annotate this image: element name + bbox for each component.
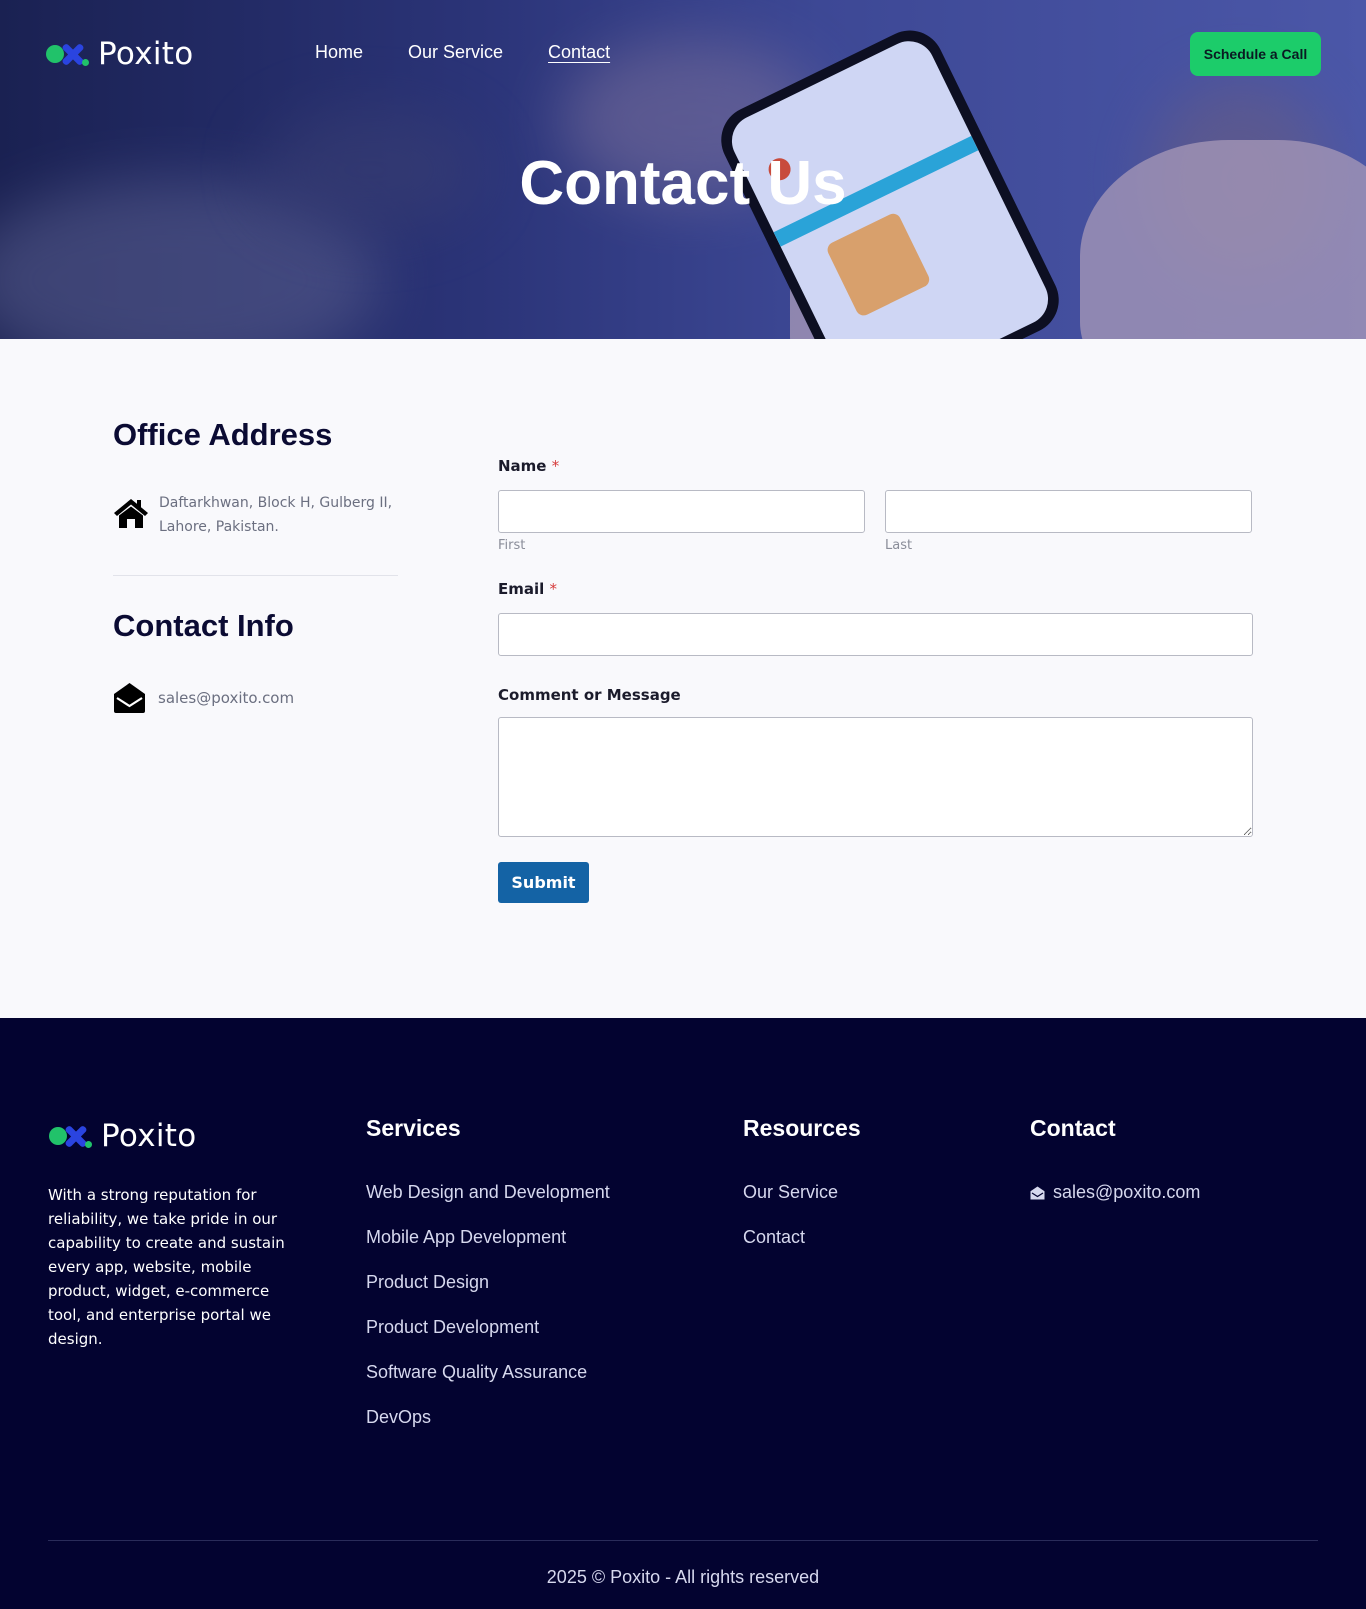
- brand-logo[interactable]: Poxito: [46, 36, 193, 72]
- email-label: Email *: [498, 580, 558, 598]
- top-navigation: Poxito Home Our Service Contact Schedule…: [0, 0, 1366, 110]
- main-menu: Home Our Service Contact: [315, 42, 610, 63]
- envelope-open-icon: [114, 683, 145, 713]
- first-name-sublabel: First: [498, 538, 526, 553]
- last-name-input[interactable]: [885, 490, 1252, 533]
- submit-button[interactable]: Submit: [498, 862, 589, 903]
- footer-email-row: sales@poxito.com: [1030, 1182, 1200, 1203]
- required-mark: *: [549, 580, 558, 598]
- envelope-open-icon: [1030, 1186, 1045, 1199]
- brand-name: Poxito: [98, 36, 194, 72]
- nav-link-contact[interactable]: Contact: [548, 42, 610, 63]
- footer-service-link[interactable]: DevOps: [366, 1407, 610, 1428]
- footer-resources-heading: Resources: [743, 1115, 861, 1141]
- footer-service-link[interactable]: Web Design and Development: [366, 1182, 610, 1203]
- footer-service-link[interactable]: Software Quality Assurance: [366, 1362, 610, 1383]
- name-label: Name *: [498, 457, 560, 475]
- home-icon: [114, 499, 148, 528]
- logo-mark-icon: [49, 1121, 93, 1151]
- email-input[interactable]: [498, 613, 1253, 656]
- message-textarea[interactable]: [498, 717, 1253, 837]
- footer-service-link[interactable]: Mobile App Development: [366, 1227, 610, 1248]
- office-address-text: Daftarkhwan, Block H, Gulberg II, Lahore…: [159, 491, 392, 539]
- footer-resource-link[interactable]: Contact: [743, 1227, 861, 1248]
- contact-email-row: sales@poxito.com: [113, 682, 398, 714]
- footer-service-link[interactable]: Product Design: [366, 1272, 610, 1293]
- required-mark: *: [551, 457, 560, 475]
- nav-link-home[interactable]: Home: [315, 42, 363, 63]
- message-label: Comment or Message: [498, 686, 681, 704]
- address-line-1: Daftarkhwan, Block H, Gulberg II,: [159, 495, 393, 511]
- footer-brand-name: Poxito: [101, 1118, 197, 1154]
- contact-details: Office Address Daftarkhwan, Block H, Gul…: [113, 417, 398, 714]
- page-title: Contact Us: [519, 149, 847, 218]
- address-line-2: Lahore, Pakistan.: [159, 519, 279, 535]
- logo-mark-icon: [46, 39, 90, 69]
- footer-divider: [48, 1540, 1318, 1541]
- nav-link-our-service[interactable]: Our Service: [408, 42, 503, 63]
- divider: [113, 575, 398, 576]
- schedule-call-button[interactable]: Schedule a Call: [1190, 32, 1321, 76]
- footer-services-heading: Services: [366, 1115, 461, 1141]
- contact-section: Office Address Daftarkhwan, Block H, Gul…: [0, 339, 1366, 1018]
- site-footer: Poxito With a strong reputation for reli…: [0, 1018, 1366, 1609]
- last-name-group: Last: [885, 490, 1252, 553]
- footer-contact-heading: Contact: [1030, 1115, 1116, 1141]
- footer-email-link[interactable]: sales@poxito.com: [1053, 1182, 1200, 1203]
- first-name-group: First: [498, 490, 865, 553]
- hero-banner: Poxito Home Our Service Contact Schedule…: [0, 0, 1366, 339]
- last-name-sublabel: Last: [885, 538, 913, 553]
- office-address-heading: Office Address: [113, 417, 333, 452]
- name-fields: First Last: [498, 490, 1253, 553]
- footer-services: Services Web Design and Development Mobi…: [366, 1115, 610, 1452]
- footer-brand-logo[interactable]: Poxito: [49, 1118, 196, 1154]
- contact-info-heading: Contact Info: [113, 608, 294, 643]
- contact-email-link[interactable]: sales@poxito.com: [158, 689, 294, 707]
- footer-resource-link[interactable]: Our Service: [743, 1182, 861, 1203]
- footer-service-link[interactable]: Product Development: [366, 1317, 610, 1338]
- footer-resources: Resources Our Service Contact: [743, 1115, 861, 1272]
- footer-contact: Contact sales@poxito.com: [1030, 1115, 1200, 1203]
- office-address-row: Daftarkhwan, Block H, Gulberg II, Lahore…: [113, 491, 398, 539]
- copyright-text: 2025 © Poxito - All rights reserved: [546, 1567, 820, 1587]
- phone-food-image: [824, 211, 932, 319]
- contact-form: Name * First Last Email * Comment or Mes…: [498, 457, 1253, 903]
- first-name-input[interactable]: [498, 490, 865, 533]
- footer-about-text: With a strong reputation for reliability…: [48, 1186, 285, 1348]
